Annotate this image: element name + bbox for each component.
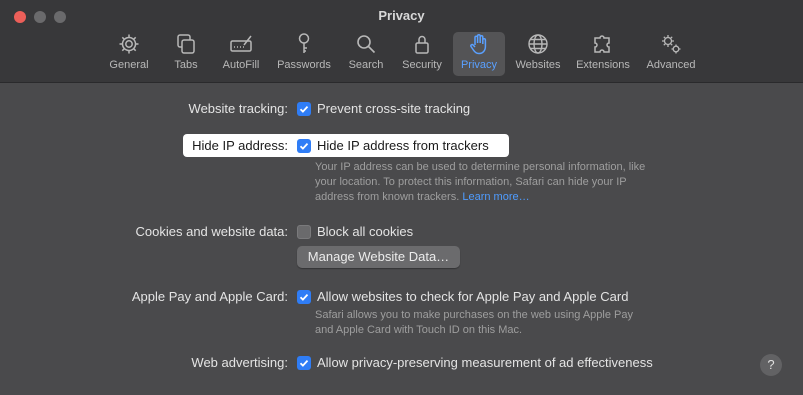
- ad-measurement-text: Allow privacy-preserving measurement of …: [317, 355, 653, 370]
- block-cookies-text: Block all cookies: [317, 224, 414, 239]
- gears-icon: [641, 32, 701, 56]
- tab-privacy[interactable]: Privacy: [453, 32, 505, 76]
- help-button[interactable]: ?: [760, 354, 782, 376]
- block-cookies-checkbox[interactable]: [297, 225, 311, 239]
- learn-more-link[interactable]: Learn more…: [462, 191, 529, 203]
- checkmark-icon: [299, 105, 309, 113]
- apple-pay-text: Allow websites to check for Apple Pay an…: [317, 289, 629, 304]
- preferences-window: Privacy General Tabs AutoFill Passwords …: [0, 0, 803, 395]
- apple-pay-checkbox[interactable]: [297, 290, 311, 304]
- tab-security[interactable]: Security: [397, 32, 447, 76]
- tab-search[interactable]: Search: [343, 32, 389, 76]
- key-icon: [273, 32, 335, 56]
- ad-measurement-checkbox[interactable]: [297, 356, 311, 370]
- titlebar: Privacy General Tabs AutoFill Passwords …: [0, 0, 803, 83]
- autofill-icon: [217, 32, 265, 56]
- hide-ip-description: Your IP address can be used to determine…: [315, 161, 646, 203]
- tab-advanced[interactable]: Advanced: [641, 32, 701, 76]
- tab-passwords[interactable]: Passwords: [273, 32, 335, 76]
- apple-pay-description: Safari allows you to make purchases on t…: [315, 309, 633, 336]
- hide-ip-text: Hide IP address from trackers: [317, 138, 489, 153]
- prevent-tracking-checkbox[interactable]: [297, 102, 311, 116]
- hand-icon: [453, 32, 505, 56]
- checkmark-icon: [299, 359, 309, 367]
- magnifier-icon: [343, 32, 389, 56]
- checkmark-icon: [299, 142, 309, 150]
- manage-website-data-button[interactable]: Manage Website Data…: [297, 246, 460, 268]
- puzzle-icon: [571, 32, 635, 56]
- gear-icon: [103, 32, 155, 56]
- hide-ip-checkbox[interactable]: [297, 139, 311, 153]
- tab-autofill[interactable]: AutoFill: [217, 32, 265, 76]
- checkmark-icon: [299, 293, 309, 301]
- tab-general[interactable]: General: [103, 32, 155, 76]
- lock-icon: [397, 32, 447, 56]
- tab-websites[interactable]: Websites: [511, 32, 565, 76]
- apple-pay-label: Apple Pay and Apple Card:: [131, 289, 288, 304]
- cookies-label: Cookies and website data:: [135, 224, 288, 239]
- hide-ip-label: Hide IP address:: [192, 138, 288, 153]
- tab-extensions[interactable]: Extensions: [571, 32, 635, 76]
- globe-icon: [511, 32, 565, 56]
- tab-tabs[interactable]: Tabs: [165, 32, 207, 76]
- web-advertising-label: Web advertising:: [191, 355, 288, 370]
- website-tracking-label: Website tracking:: [188, 101, 288, 116]
- window-title: Privacy: [378, 8, 425, 23]
- prevent-tracking-text: Prevent cross-site tracking: [317, 101, 471, 116]
- tabs-icon: [165, 32, 207, 56]
